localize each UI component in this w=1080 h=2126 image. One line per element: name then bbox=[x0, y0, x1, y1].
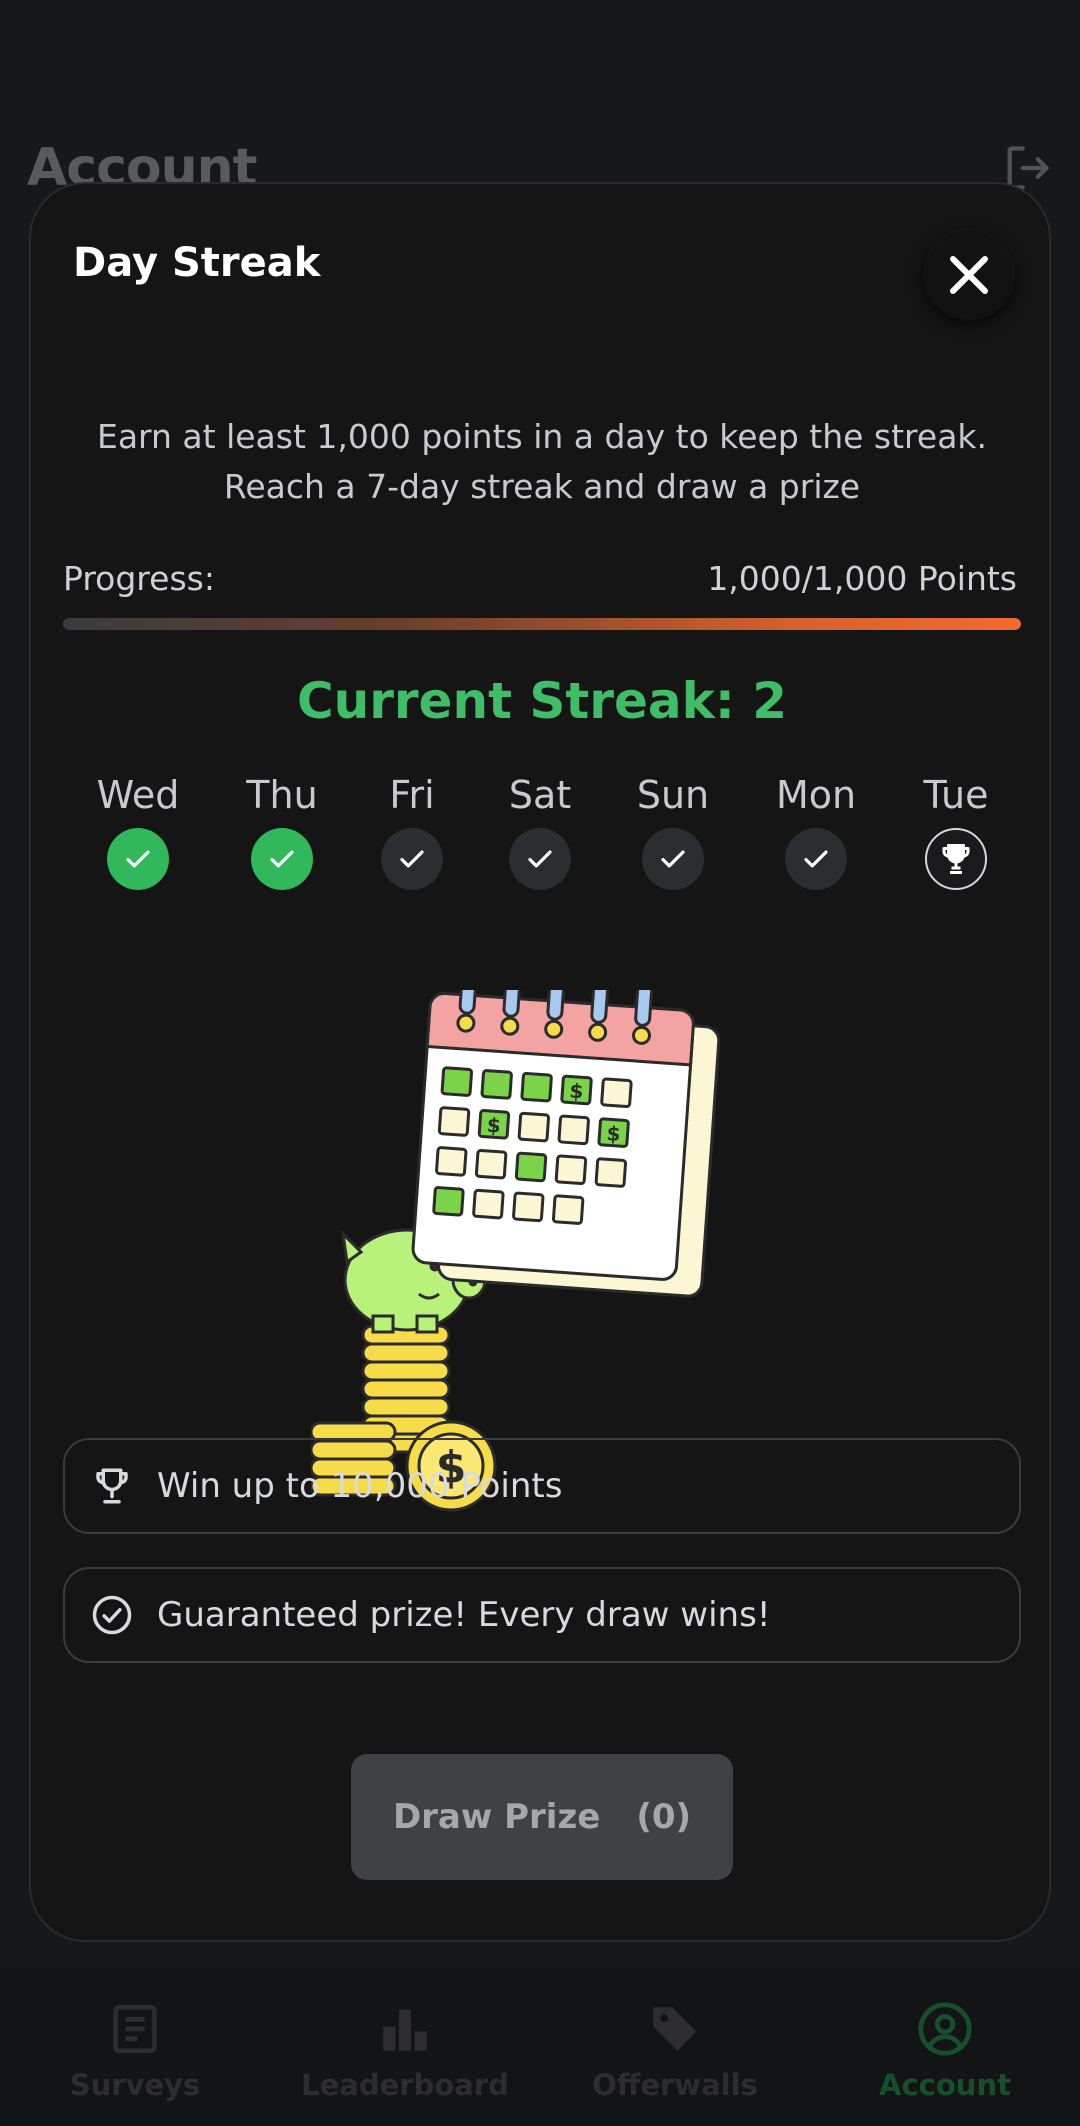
current-streak: Current Streak: 2 bbox=[296, 672, 788, 730]
close-icon bbox=[950, 256, 988, 294]
day-tue: Tue bbox=[896, 770, 1016, 890]
description-line: Reach a 7-day streak and draw a prize bbox=[223, 467, 861, 506]
check-icon bbox=[107, 828, 169, 890]
svg-text:$: $ bbox=[486, 1113, 502, 1138]
trophy-icon bbox=[96, 1468, 128, 1504]
check-icon bbox=[381, 828, 443, 890]
day-label: Fri bbox=[389, 773, 435, 817]
svg-text:$: $ bbox=[606, 1121, 622, 1146]
trophy-icon bbox=[925, 828, 987, 890]
progress-fill bbox=[63, 618, 1021, 630]
progress-label: Progress: bbox=[63, 559, 215, 598]
day-label: Sun bbox=[636, 773, 710, 817]
day-label: Wed bbox=[96, 773, 180, 817]
info-max-prize: Win up to 10,000 Points bbox=[63, 1438, 1021, 1534]
info-text: Win up to 10,000 Points bbox=[157, 1466, 563, 1506]
check-icon bbox=[251, 828, 313, 890]
check-icon bbox=[642, 828, 704, 890]
draw-prize-button[interactable]: Draw Prize (0) bbox=[351, 1754, 733, 1880]
day-label: Thu bbox=[246, 773, 318, 817]
calendar-icon: $ $ $ bbox=[411, 990, 721, 1298]
description-line: Earn at least 1,000 points in a day to k… bbox=[96, 417, 988, 456]
day-fri: Fri bbox=[352, 770, 472, 890]
check-icon bbox=[509, 828, 571, 890]
day-thu: Thu bbox=[222, 770, 342, 890]
day-label: Sat bbox=[508, 773, 572, 817]
svg-text:$: $ bbox=[569, 1079, 585, 1104]
day-wed: Wed bbox=[78, 770, 198, 890]
streak-description: Earn at least 1,000 points in a day to k… bbox=[61, 412, 1023, 512]
progress-value: 1,000/1,000 Points bbox=[707, 559, 1017, 598]
draw-prize-label: Draw Prize bbox=[392, 1797, 601, 1837]
check-icon bbox=[785, 828, 847, 890]
check-circle-icon bbox=[92, 1595, 132, 1635]
day-label: Tue bbox=[923, 773, 989, 817]
draw-prize-count: (0) bbox=[636, 1797, 692, 1837]
progress-bar bbox=[63, 618, 1021, 630]
streak-days: Wed Thu Fri Sat Sun Mon Tue bbox=[31, 770, 1053, 890]
info-guaranteed: Guaranteed prize! Every draw wins! bbox=[63, 1567, 1021, 1663]
close-button[interactable] bbox=[924, 230, 1014, 320]
day-label: Mon bbox=[775, 773, 857, 817]
day-sat: Sat bbox=[480, 770, 600, 890]
info-text: Guaranteed prize! Every draw wins! bbox=[157, 1595, 771, 1635]
day-sun: Sun bbox=[613, 770, 733, 890]
day-streak-modal: Day Streak Earn at least 1,000 points in… bbox=[29, 182, 1051, 1942]
modal-title: Day Streak bbox=[73, 240, 321, 286]
day-mon: Mon bbox=[756, 770, 876, 890]
